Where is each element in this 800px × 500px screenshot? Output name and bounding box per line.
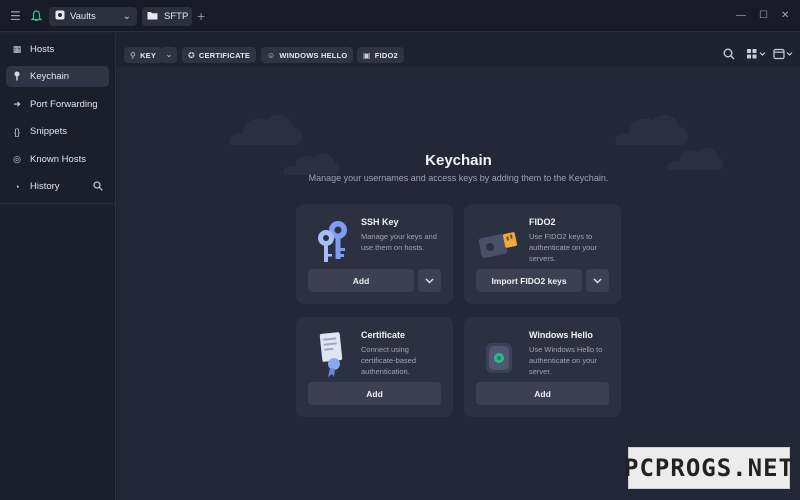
cloud-decoration [615,114,688,145]
new-tab-button[interactable]: + [197,8,205,24]
filter-windows-hello-chip[interactable]: ☺ WINDOWS HELLO [261,47,354,63]
vault-icon [55,10,65,23]
ssh-key-card: SSH Key Manage your keys and use them on… [296,204,453,304]
sidebar-item-known-hosts[interactable]: ◎ Known Hosts [6,149,109,170]
cloud-decoration [229,114,302,145]
sidebar-item-label: Snippets [30,126,67,137]
grid-view-icon[interactable] [746,48,768,63]
search-icon[interactable] [723,48,735,63]
filter-label: KEY [140,50,157,60]
card-description: Manage your keys and use them on hosts. [361,232,437,252]
filter-bar: ⚲ KEY ⌄ ✪ CERTIFICATE ☺ WINDOWS HELLO ▣ … [117,33,800,67]
vaults-label: Vaults [70,11,96,22]
certificate-icon: ✪ [188,50,195,60]
usb-key-icon: ▣ [363,50,371,60]
card-description: Use Windows Hello to authenticate on you… [529,345,603,376]
sftp-label: SFTP [164,11,189,22]
sidebar-divider [0,203,116,204]
page-title: Keychain [425,152,492,169]
arrow-icon: ➜ [13,99,21,109]
filter-label: FIDO2 [374,50,398,60]
card-title: FIDO2 [529,217,556,227]
fido2-card: FIDO2 Use FIDO2 keys to authenticate on … [464,204,621,304]
chevron-down-icon: ⌄ [122,11,131,22]
import-fido2-keys-button[interactable]: Import FIDO2 keys [476,269,582,292]
certificate-card: Certificate Connect using certificate-ba… [296,317,453,417]
filter-key-chip[interactable]: ⚲ KEY [124,47,163,63]
grid-icon: ▦ [12,44,22,54]
close-icon[interactable]: ✕ [781,10,789,21]
sidebar-item-label: History [30,181,60,192]
sidebar-item-history[interactable]: ◔ History [6,176,86,197]
tab-sftp[interactable]: SFTP [142,7,192,26]
windows-hello-illustration [486,343,512,373]
menu-icon[interactable]: ☰ [10,10,21,22]
add-windows-hello-button[interactable]: Add [476,382,609,405]
watermark-logo: PCPROGS.NET [624,447,793,489]
ssh-key-illustration [318,221,347,262]
sidebar-item-label: Port Forwarding [30,99,98,110]
bell-icon[interactable] [30,10,43,24]
card-description: Connect using certificate-based authenti… [361,345,417,376]
sidebar-item-hosts[interactable]: ▦ Hosts [6,39,109,60]
vaults-dropdown[interactable]: Vaults ⌄ [49,7,137,26]
filter-fido2-chip[interactable]: ▣ FIDO2 [357,47,404,63]
card-title: SSH Key [361,217,399,227]
maximize-icon[interactable]: ☐ [759,10,768,21]
keychain-panel: Keychain Manage your usernames and acces… [117,67,800,500]
sidebar-item-snippets[interactable]: {} Snippets [6,121,109,142]
layout-icon[interactable] [773,48,795,63]
card-title: Certificate [361,330,406,340]
minimize-icon[interactable]: — [736,10,746,21]
sidebar-item-keychain[interactable]: Keychain [6,66,109,87]
page-subtitle: Manage your usernames and access keys by… [308,173,609,183]
card-description: Use FIDO2 keys to authenticate on your s… [529,232,597,263]
sidebar-item-label: Hosts [30,44,55,55]
sidebar-item-label: Known Hosts [30,154,86,165]
add-ssh-key-button[interactable]: Add [308,269,414,292]
sidebar: ▦ Hosts Keychain ➜ Port Forwarding {} Sn… [0,33,116,500]
card-title: Windows Hello [529,330,593,340]
braces-icon: {} [13,126,20,137]
add-certificate-button[interactable]: Add [308,382,441,405]
fido2-options-dropdown[interactable] [586,269,609,292]
filter-label: WINDOWS HELLO [279,50,348,60]
filter-key-dropdown[interactable]: ⌄ [161,47,177,63]
certificate-illustration [319,332,343,377]
clock-icon: ◔ [14,181,20,192]
filter-label: CERTIFICATE [198,50,251,60]
sidebar-item-label: Keychain [30,71,70,82]
fido2-key-illustration [478,232,518,258]
smiley-icon: ☺ [267,50,276,60]
title-bar: ☰ Vaults ⌄ SFTP + — ☐ ✕ [0,0,800,32]
globe-icon: ◎ [13,154,21,164]
key-icon [12,71,22,83]
search-icon[interactable] [93,181,103,194]
windows-hello-card: Windows Hello Use Windows Hello to authe… [464,317,621,417]
filter-certificate-chip[interactable]: ✪ CERTIFICATE [182,47,257,63]
folder-icon [147,11,158,23]
key-icon: ⚲ [130,50,137,60]
ssh-key-options-dropdown[interactable] [418,269,441,292]
sidebar-item-port-forwarding[interactable]: ➜ Port Forwarding [6,94,109,115]
